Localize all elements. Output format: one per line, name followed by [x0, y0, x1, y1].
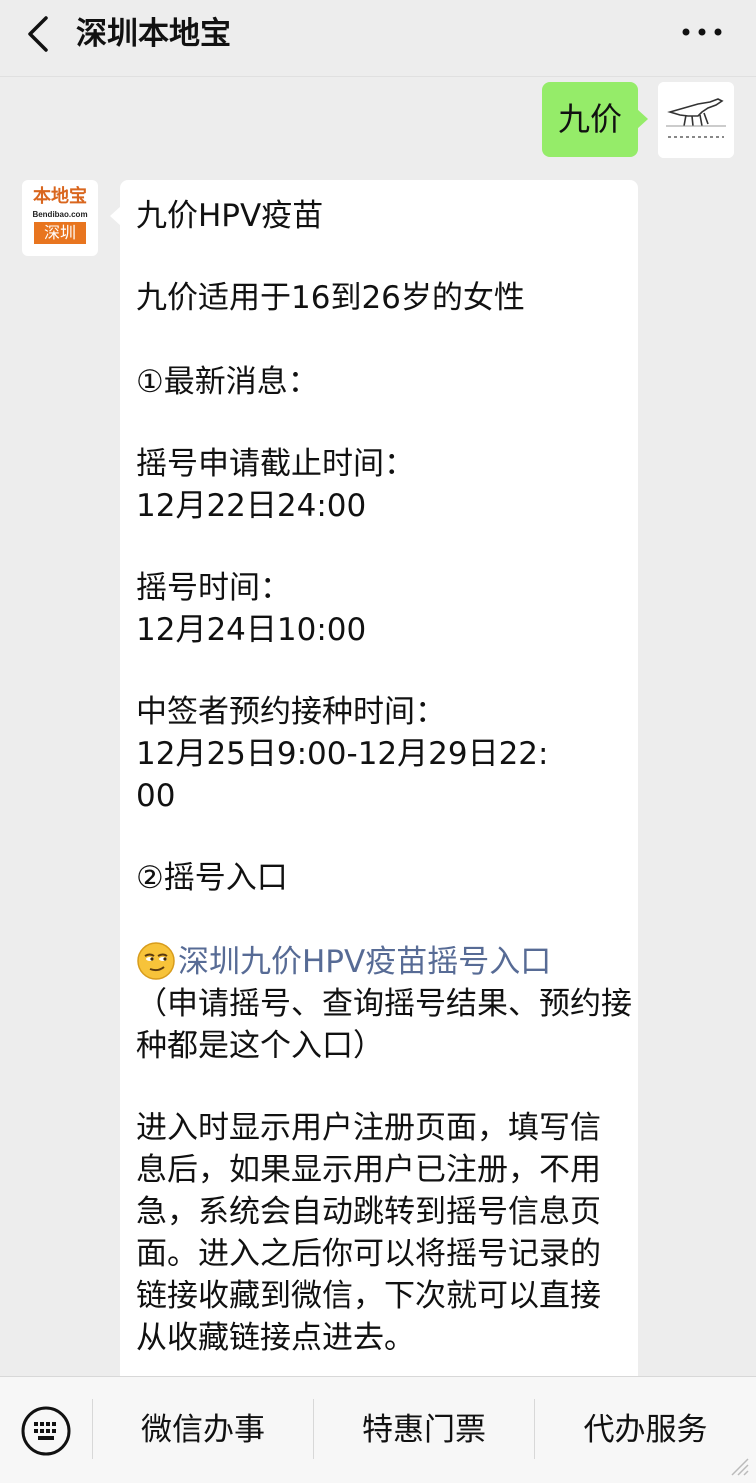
entry-note-line2: 种都是这个入口）	[136, 1028, 384, 1064]
paragraph-line3: 急，系统会自动跳转到摇号信息页	[136, 1194, 601, 1230]
lottery-time-label: 摇号时间：	[136, 570, 291, 606]
dinosaur-sketch-icon	[658, 82, 734, 158]
appointment-value-line1: 12月25日9:00-12月29日22:	[136, 736, 549, 772]
message-applies: 九价适用于16到26岁的女性	[136, 280, 525, 316]
lottery-deadline-value: 12月22日24:00	[136, 488, 367, 524]
appointment-value-line2: 00	[136, 778, 176, 814]
chat-title: 深圳本地宝	[76, 16, 231, 52]
paragraph-line2: 息后，如果显示用户已注册，不用	[136, 1152, 601, 1188]
outgoing-message-bubble[interactable]: 九价	[542, 82, 648, 157]
user-avatar[interactable]	[658, 82, 734, 158]
chat-header: 深圳本地宝	[0, 0, 756, 77]
menu-item-agency-services[interactable]: 代办服务	[535, 1377, 756, 1483]
paragraph-line1: 进入时显示用户注册页面，填写信	[136, 1110, 601, 1146]
brand-logo-text: 本地宝	[33, 186, 87, 207]
lottery-deadline-label: 摇号申请截止时间：	[136, 446, 415, 482]
back-button[interactable]	[18, 14, 58, 54]
paragraph-line5: 链接收藏到微信，下次就可以直接	[136, 1278, 601, 1314]
menu-item-discount-tickets[interactable]: 特惠门票	[314, 1377, 534, 1483]
more-button[interactable]	[678, 18, 726, 46]
keyboard-toggle-button[interactable]	[20, 1405, 72, 1457]
official-account-avatar[interactable]: 本地宝 Bendibao.com 深圳	[22, 180, 98, 256]
section-latest-news: ①最新消息：	[136, 364, 319, 400]
section-lottery-entry: ②摇号入口	[136, 860, 288, 896]
paragraph-line6: 从收藏链接点进去。	[136, 1320, 415, 1356]
brand-site-text: Bendibao.com	[32, 210, 88, 219]
entry-note-line1: （申请摇号、查询摇号结果、预约接	[136, 986, 632, 1022]
smirk-emoji-icon	[137, 942, 175, 980]
message-title: 九价HPV疫苗	[136, 198, 324, 234]
brand-city-badge: 深圳	[34, 222, 86, 244]
paragraph-line4: 面。进入之后你可以将摇号记录的	[136, 1236, 601, 1272]
appointment-label: 中签者预约接种时间：	[136, 694, 446, 730]
keyboard-icon	[21, 1406, 71, 1456]
menu-item-wechat-services[interactable]: 微信办事	[93, 1377, 313, 1483]
more-dots-icon	[682, 28, 722, 36]
lottery-entry-link[interactable]: 深圳九价HPV疫苗摇号入口	[178, 941, 551, 983]
resize-grip-icon	[731, 1458, 749, 1476]
bottom-menu-bar: 微信办事 特惠门票 代办服务	[0, 1376, 756, 1483]
chevron-left-icon	[28, 16, 48, 52]
lottery-time-value: 12月24日10:00	[136, 612, 367, 648]
